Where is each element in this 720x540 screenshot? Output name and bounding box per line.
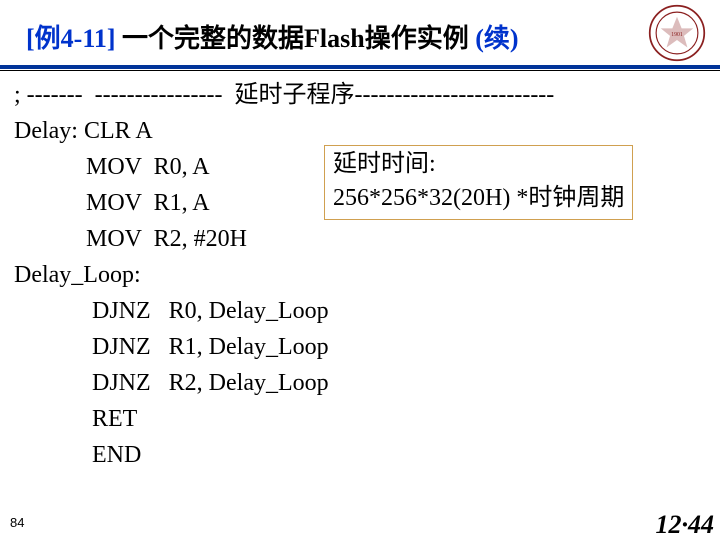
title-suffix: (续) [475, 24, 518, 53]
code-line-8: DJNZ R1, Delay_Loop [14, 329, 706, 365]
slide-header: [例4-11] 一个完整的数据Flash操作实例 (续) 1901 [0, 0, 720, 61]
code-line-1: ; ------- ---------------- 延时子程序--------… [14, 77, 706, 113]
code-line-5: MOV R2, #20H [14, 221, 706, 257]
code-line-6: Delay_Loop: [14, 257, 706, 293]
annotation-line-1: 延时时间: [333, 148, 624, 182]
code-line-11: END [14, 437, 706, 473]
code-line-2: Delay: CLR A [14, 113, 706, 149]
annotation-line-2: 256*256*32(20H) *时钟周期 [333, 182, 624, 216]
code-line-7: DJNZ R0, Delay_Loop [14, 293, 706, 329]
code-line-9: DJNZ R2, Delay_Loop [14, 365, 706, 401]
footer-timestamp: 12·44 [656, 510, 715, 540]
title-main: 一个完整的数据Flash操作实例 [122, 24, 475, 53]
code-content: ; ------- ---------------- 延时子程序--------… [0, 71, 720, 473]
svg-text:1901: 1901 [671, 32, 683, 38]
university-logo-icon: 1901 [648, 4, 706, 62]
slide-title: [例4-11] 一个完整的数据Flash操作实例 (续) [26, 18, 720, 55]
page-number: 84 [10, 515, 24, 530]
annotation-callout: 延时时间: 256*256*32(20H) *时钟周期 [324, 145, 633, 220]
code-line-10: RET [14, 401, 706, 437]
title-prefix: [例4-11] [26, 24, 122, 53]
